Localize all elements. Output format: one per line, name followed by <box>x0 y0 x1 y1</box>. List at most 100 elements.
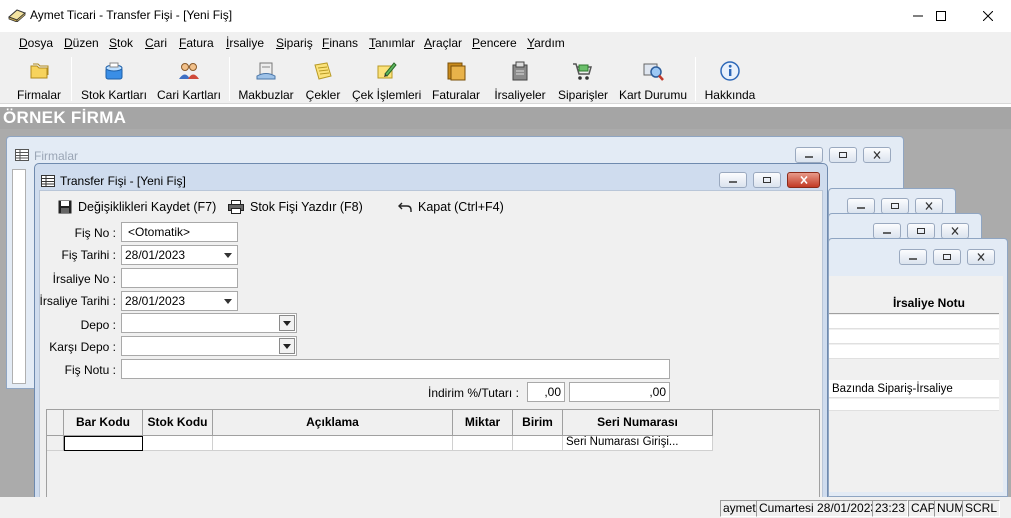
column-header-bar-kodu[interactable]: Bar Kodu <box>64 410 143 436</box>
maximize-button[interactable] <box>918 0 964 32</box>
row-text: Bazında Sipariş-İrsaliye <box>832 383 953 395</box>
menu-yardim[interactable]: Yardım <box>527 36 565 50</box>
restore-icon <box>839 152 847 158</box>
row-indicator-header <box>47 410 64 436</box>
cell-seri-numarasi[interactable]: Seri Numarası Girişi... <box>563 436 713 451</box>
indirim-percent-input[interactable]: ,00 <box>527 382 565 402</box>
menu-fatura[interactable]: Fatura <box>179 36 214 50</box>
column-header-aciklama[interactable]: Açıklama <box>213 410 453 436</box>
indirim-label: İndirim %/Tutarı : <box>428 386 519 400</box>
close-icon <box>800 176 808 184</box>
chevron-down-icon[interactable] <box>224 299 232 304</box>
close-icon <box>873 151 881 159</box>
menu-pencere[interactable]: Pencere <box>472 36 517 50</box>
toolbar-hakkinda-button[interactable]: Hakkında <box>704 56 756 102</box>
table-row[interactable] <box>829 345 999 359</box>
transfer-close-button[interactable] <box>787 172 820 188</box>
fis-notu-input[interactable] <box>121 359 670 379</box>
firmalar-minimize-button[interactable] <box>795 147 823 163</box>
status-user: aymet <box>720 500 759 517</box>
table-row[interactable] <box>829 315 999 329</box>
table-row[interactable] <box>829 330 999 344</box>
background-window-4[interactable]: İrsaliye Notu Bazında Sipariş-İrsaliye <box>828 238 1008 518</box>
minimize-icon <box>805 156 813 158</box>
company-name: ÖRNEK FİRMA <box>3 108 127 127</box>
status-date: Cumartesi 28/01/2023 <box>756 500 881 517</box>
dropdown-arrow-icon[interactable] <box>279 338 295 354</box>
menu-stok[interactable]: Stok <box>109 36 133 50</box>
menu-irsaliye[interactable]: İrsaliye <box>226 36 264 50</box>
transfer-fisi-window[interactable]: Transfer Fişi - [Yeni Fiş] Değişiklikler… <box>34 163 828 503</box>
magnifier-card-icon <box>643 63 664 81</box>
depo-select[interactable] <box>121 313 297 333</box>
menu-cari[interactable]: Cari <box>145 36 167 50</box>
toolbar-faturalar-button[interactable]: Faturalar <box>432 56 480 102</box>
bgwin2-close-button[interactable] <box>915 198 943 214</box>
column-header-seri-numarasi[interactable]: Seri Numarası <box>563 410 713 436</box>
printer-icon <box>228 200 244 214</box>
fis-tarihi-datepicker[interactable]: 28/01/2023 <box>121 245 238 265</box>
bgwin3-maximize-button[interactable] <box>907 223 935 239</box>
menu-araclar[interactable]: Araçlar <box>424 36 462 50</box>
menu-finans[interactable]: Finans <box>322 36 358 50</box>
irsaliye-tarihi-datepicker[interactable]: 28/01/2023 <box>121 291 238 311</box>
bgwin2-minimize-button[interactable] <box>847 198 875 214</box>
irsaliye-no-input[interactable] <box>121 268 238 288</box>
toolbar-separator <box>229 57 230 101</box>
firmalar-maximize-button[interactable] <box>829 147 857 163</box>
cell-birim[interactable] <box>513 436 563 451</box>
status-bar: aymet Cumartesi 28/01/2023 23:23 CAP NUM… <box>0 497 1011 518</box>
cell-aciklama[interactable] <box>213 436 453 451</box>
close-icon <box>983 11 993 21</box>
fis-no-label: Fiş No : <box>74 226 116 240</box>
toolbar-cari-kartlari-button[interactable]: Cari Kartları <box>156 56 222 102</box>
indirim-amount-input[interactable]: ,00 <box>569 382 670 402</box>
menu-siparis[interactable]: Sipariş <box>276 36 313 50</box>
table-row[interactable]: Bazında Sipariş-İrsaliye <box>829 380 999 398</box>
minimize-icon <box>883 232 891 234</box>
toolbar-cek-islemleri-button[interactable]: Çek İşlemleri <box>352 56 421 102</box>
toolbar-irsaliyeler-button[interactable]: İrsaliyeler <box>494 56 546 102</box>
transfer-minimize-button[interactable] <box>719 172 747 188</box>
transfer-maximize-button[interactable] <box>753 172 781 188</box>
menu-tanimlar[interactable]: Tanımlar <box>369 36 415 50</box>
row-indicator[interactable] <box>47 436 64 451</box>
toolbar-cekler-button[interactable]: Çekler <box>302 56 344 102</box>
firmalar-close-button[interactable] <box>863 147 891 163</box>
cell-bar-kodu[interactable] <box>64 436 143 451</box>
cart-icon <box>573 63 592 80</box>
column-header-birim[interactable]: Birim <box>513 410 563 436</box>
close-button[interactable] <box>965 0 1011 32</box>
transfer-form: Değişiklikleri Kaydet (F7) Stok Fişi Yaz… <box>39 190 823 503</box>
chevron-down-icon[interactable] <box>224 253 232 258</box>
bgwin4-maximize-button[interactable] <box>933 249 961 265</box>
grid-window-icon <box>41 175 55 187</box>
column-header-miktar[interactable]: Miktar <box>453 410 513 436</box>
cell-stok-kodu[interactable] <box>143 436 213 451</box>
fis-tarihi-label: Fiş Tarihi : <box>61 248 116 262</box>
bgwin3-minimize-button[interactable] <box>873 223 901 239</box>
restore-icon <box>943 254 951 260</box>
column-header-stok-kodu[interactable]: Stok Kodu <box>143 410 213 436</box>
bgwin2-maximize-button[interactable] <box>881 198 909 214</box>
app-logo-icon <box>8 9 26 22</box>
karsi-depo-select[interactable] <box>121 336 297 356</box>
menu-duzen[interactable]: Düzen <box>64 36 99 50</box>
fis-no-input[interactable]: <Otomatik> <box>121 222 238 242</box>
bgwin3-close-button[interactable] <box>941 223 969 239</box>
toolbar-makbuzlar-button[interactable]: Makbuzlar <box>238 56 294 102</box>
table-row[interactable] <box>829 399 999 411</box>
toolbar-firmalar-button[interactable]: Firmalar <box>12 56 66 102</box>
menu-dosya[interactable]: Dosya <box>19 36 53 50</box>
dropdown-arrow-icon[interactable] <box>279 315 295 331</box>
minimize-icon <box>909 258 917 260</box>
toolbar-stok-kartlari-button[interactable]: Stok Kartları <box>80 56 148 102</box>
toolbar-separator <box>695 57 696 101</box>
bgwin4-minimize-button[interactable] <box>899 249 927 265</box>
bgwin4-close-button[interactable] <box>967 249 995 265</box>
notes-icon <box>314 62 332 80</box>
cell-miktar[interactable] <box>453 436 513 451</box>
toolbar-siparisler-button[interactable]: Siparişler <box>558 56 608 102</box>
receipt-icon <box>256 62 276 80</box>
toolbar-kart-durumu-button[interactable]: Kart Durumu <box>618 56 688 102</box>
